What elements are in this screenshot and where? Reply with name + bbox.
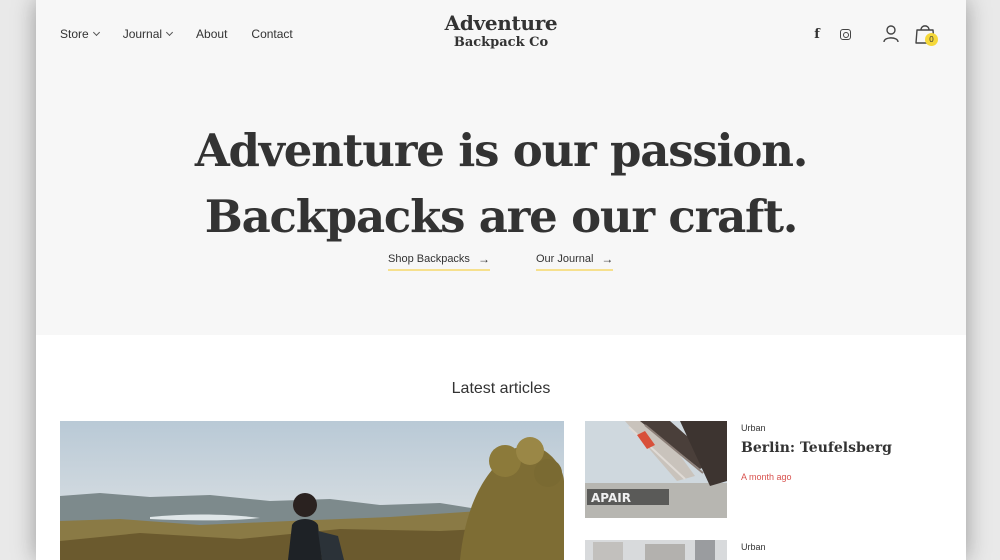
article-date: A month ago [741, 472, 792, 482]
hero-links: Shop Backpacks → Our Journal → [388, 252, 614, 271]
article-category: Urban [741, 542, 766, 552]
user-icon[interactable] [882, 24, 900, 44]
arrow-right-icon: → [601, 252, 614, 266]
shop-backpacks-label: Shop Backpacks [388, 253, 470, 265]
article-thumbnail[interactable]: APAIR [585, 421, 727, 518]
cart-count-badge: 0 [925, 33, 938, 46]
latest-articles-heading: Latest articles [451, 380, 551, 397]
hero-line2: Backpacks are our craft. [204, 190, 799, 243]
our-journal-link[interactable]: Our Journal → [535, 252, 614, 271]
arrow-right-icon: → [477, 252, 490, 266]
facebook-icon[interactable]: f [810, 26, 824, 42]
article-category: Urban [741, 423, 766, 433]
page: Store Journal About Contact Adventure Ba… [36, 0, 966, 560]
our-journal-label: Our Journal [535, 253, 594, 265]
hero-heading: Adventure is our passion. Backpacks are … [36, 118, 966, 250]
shop-backpacks-link[interactable]: Shop Backpacks → [388, 253, 490, 271]
svg-text:APAIR: APAIR [591, 491, 631, 505]
hero-line1: Adventure is our passion. [194, 124, 809, 177]
instagram-icon[interactable] [838, 26, 852, 42]
featured-article-image[interactable] [60, 421, 564, 560]
article-thumbnail[interactable] [585, 540, 727, 560]
social-links: f [810, 26, 852, 42]
article-title[interactable]: Berlin: Teufelsberg [741, 440, 892, 456]
